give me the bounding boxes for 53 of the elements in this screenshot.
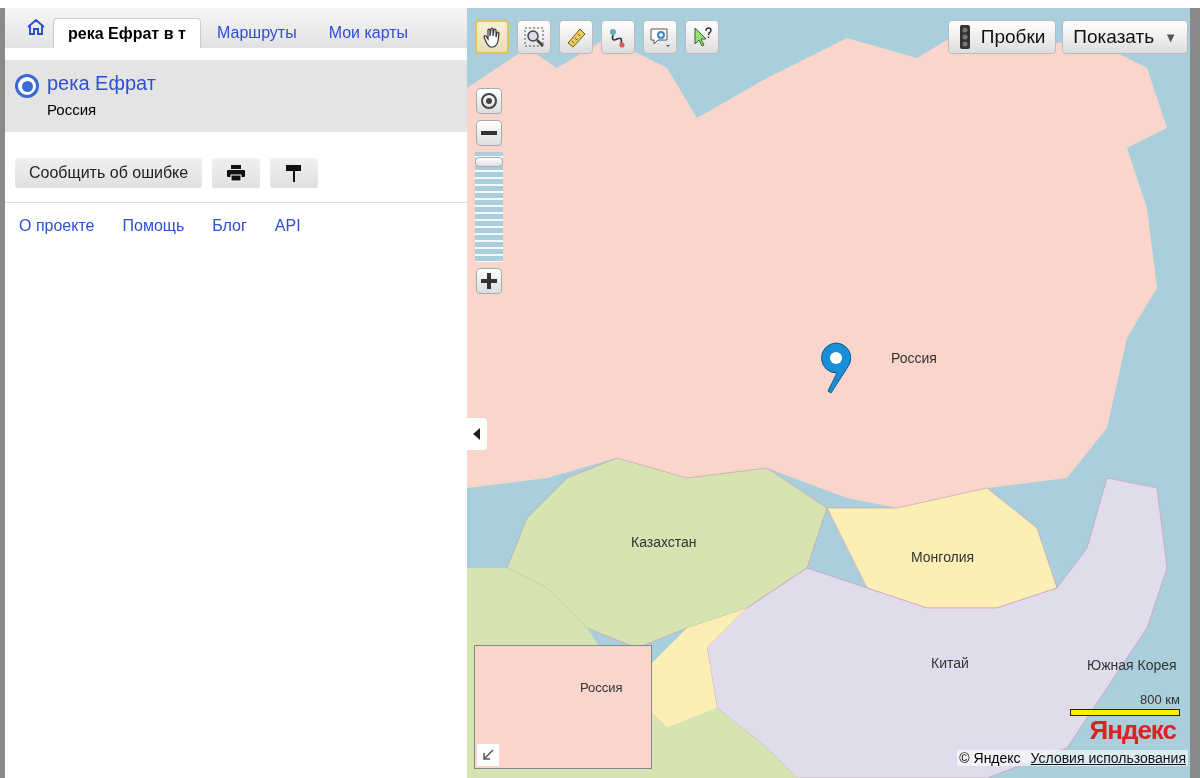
diagonal-arrow-icon [482, 749, 494, 761]
ruler-tool[interactable] [559, 20, 593, 54]
zoom-out-button[interactable] [476, 120, 502, 146]
footer-link[interactable]: Помощь [122, 217, 185, 235]
locate-icon [480, 92, 498, 110]
map-label: Россия [891, 350, 937, 366]
print-button[interactable] [212, 158, 261, 188]
tab[interactable]: река Ефрат в т [53, 18, 201, 48]
map-label: Казахстан [631, 534, 697, 550]
magnifier-tool[interactable] [517, 20, 551, 54]
map-label: Китай [931, 655, 969, 671]
minus-icon [481, 131, 497, 135]
zoom-in-button[interactable] [476, 268, 502, 294]
footer-link[interactable]: Блог [212, 217, 247, 235]
plus-icon [481, 273, 497, 289]
logo: Яндекс [1089, 715, 1176, 746]
footer-link[interactable]: API [274, 217, 301, 235]
zoom-slider[interactable] [475, 152, 503, 262]
map[interactable]: Россия Казахстан Монголия Китай Южная Корея Пробки Показать ▼ Россия 800 км Яндекс © Яндекс Условия использования [467, 8, 1190, 778]
printer-icon [226, 164, 247, 182]
ruler-icon [565, 26, 587, 48]
hand-tool[interactable] [475, 20, 509, 54]
footer-link[interactable]: О проекте [19, 217, 95, 235]
pointer-question-tool[interactable] [685, 20, 719, 54]
map-label: Россия [580, 680, 623, 695]
route-tool[interactable] [601, 20, 635, 54]
locate-button[interactable] [476, 88, 502, 114]
minimap-collapse-button[interactable] [477, 744, 499, 766]
scale-label: 800 км [1140, 692, 1180, 707]
result-subtitle: Россия [47, 101, 98, 118]
hand-icon [481, 26, 503, 48]
zoom-slider-thumb[interactable] [475, 157, 503, 167]
tab[interactable]: Маршруты [201, 18, 313, 48]
minimap[interactable]: Россия [474, 645, 652, 769]
magnifier-icon [523, 26, 545, 48]
paint-roller-button[interactable] [270, 158, 319, 188]
speech-bubble-tool[interactable] [643, 20, 677, 54]
left-triangle-icon [473, 428, 481, 440]
traffic-light-icon [958, 25, 971, 49]
terms-link[interactable]: Условия использования [1030, 750, 1186, 766]
traffic-button[interactable]: Пробки [947, 20, 1057, 54]
collapse-panel-button[interactable] [467, 418, 487, 450]
copyright-text: © Яндекс [959, 750, 1021, 766]
radio-icon [15, 74, 39, 98]
result-title[interactable]: река Ефрат [47, 72, 156, 95]
tab[interactable]: Мои карты [312, 18, 425, 48]
map-label: Южная Корея [1087, 657, 1177, 673]
search-result[interactable]: река Ефрат Россия [5, 60, 467, 132]
pointer-question-icon [691, 26, 713, 48]
report-error-button[interactable]: Сообщить об ошибке [15, 158, 203, 188]
show-dropdown[interactable]: Показать ▼ [1062, 20, 1188, 54]
map-label: Монголия [911, 549, 975, 565]
speech-bubble-icon [649, 26, 671, 48]
